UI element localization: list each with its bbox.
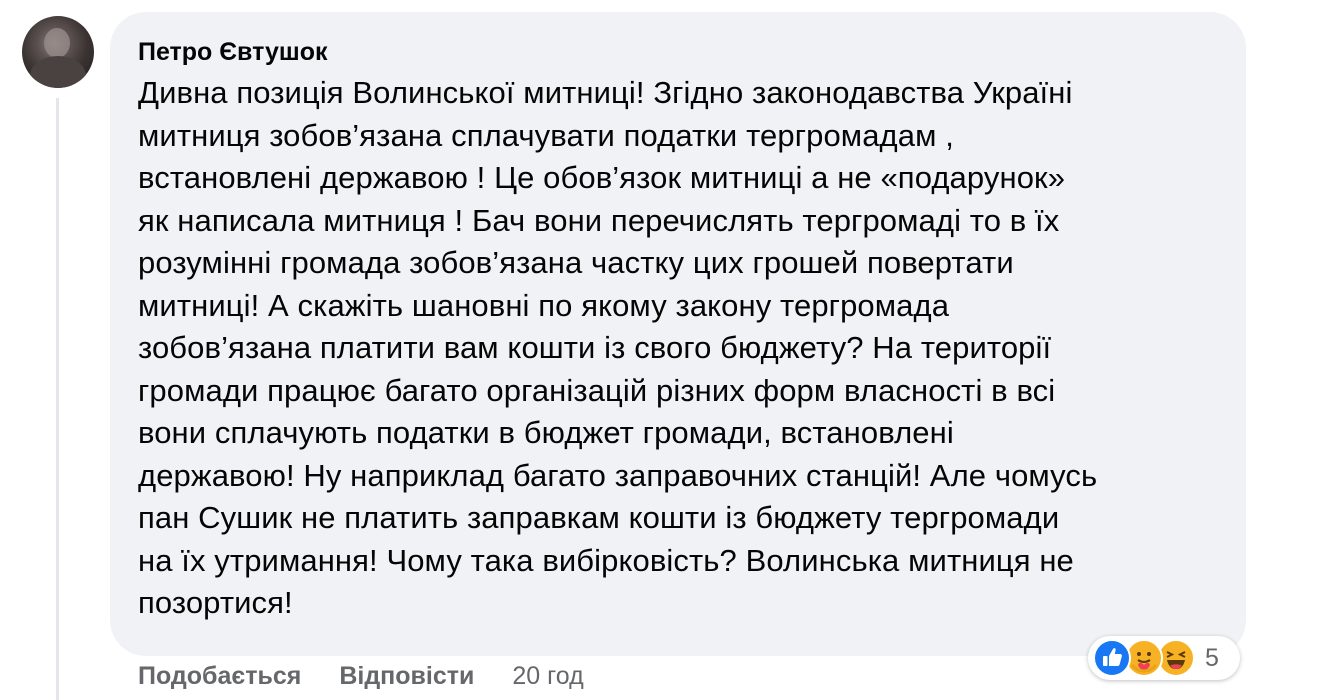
reply-button[interactable]: Відповісти [339,662,474,691]
comment-line: митниці! А скажіть шановні по якому зако… [138,287,950,323]
comment-actions: Подобається Відповісти 20 год [138,658,584,694]
comment-author[interactable]: Петро Євтушок [138,38,1216,66]
comment-line: як написала митниця ! Бач вони перечисля… [138,202,1060,238]
like-icon [1093,639,1131,677]
like-button[interactable]: Подобається [138,662,301,691]
comment-line: вони сплачують податки в бюджет громади,… [138,415,954,450]
comment-line: позортися! [138,585,293,620]
comment-line: митниця зобов’язана сплачувати податки т… [138,117,954,153]
reaction-count: 5 [1205,643,1219,672]
comment-line: Дивна позиція Волинської митниці! Згідно… [138,75,1073,110]
comment-line: на їх утримання! Чому така вибірковість?… [138,542,1074,578]
comment-line: встановлені державою ! Це обов’язок митн… [138,160,1066,195]
comment-timestamp[interactable]: 20 год [512,662,583,691]
avatar[interactable] [22,16,94,88]
thread-line [56,98,59,700]
comment-text: Дивна позиція Волинської митниці! Згідно… [138,72,1216,625]
reactions-summary[interactable]: 5 [1088,636,1240,680]
comment-line: громади працює багато організацій різних… [138,372,1056,408]
comment-line: державою! Ну наприклад багато заправочни… [138,457,1098,493]
comment-line: зобов’язана платити вам кошти із свого б… [138,330,1052,365]
comment-line: розумінні громада зобов’язана частку цих… [138,245,1014,280]
comment-line: пан Сушик не платить заправкам кошти із … [138,500,1060,535]
comment-bubble: Петро Євтушок Дивна позиція Волинської м… [110,12,1246,656]
